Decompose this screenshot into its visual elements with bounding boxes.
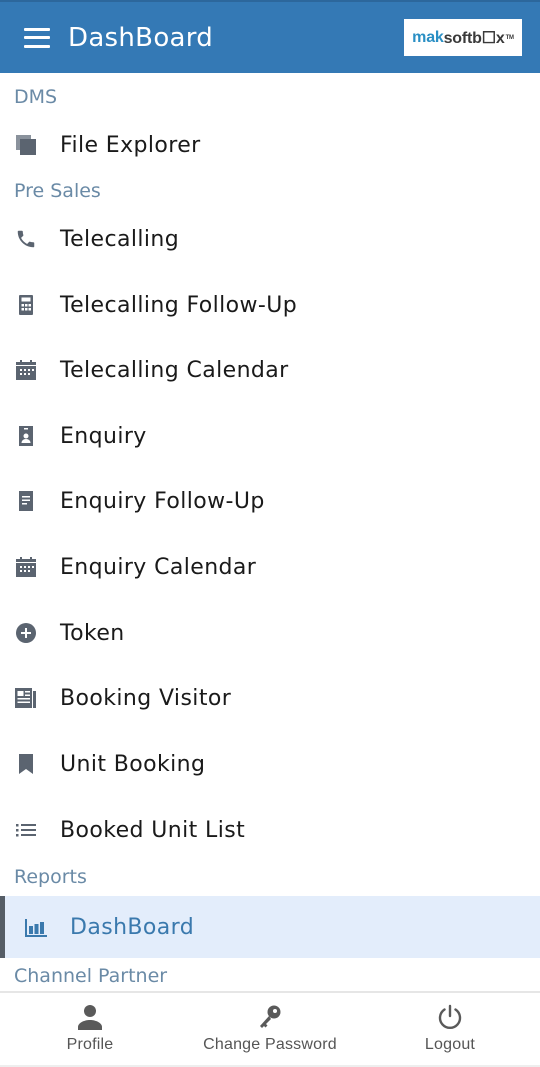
page-title: DashBoard: [68, 22, 214, 53]
calendar-icon: [14, 358, 38, 382]
contact-card-icon: [14, 424, 38, 448]
drawer-item-booked-unit-list[interactable]: Booked Unit List: [0, 800, 540, 860]
app-bar: DashBoard mak softb☐x TM: [0, 0, 540, 73]
logout-button[interactable]: Logout: [400, 993, 500, 1067]
drawer-item-label: Enquiry: [60, 423, 147, 449]
drawer-item-label: DashBoard: [70, 914, 195, 940]
newspaper-icon: [14, 686, 38, 710]
drawer-item-file-explorer[interactable]: File Explorer: [0, 115, 540, 175]
drawer-item-enquiry[interactable]: Enquiry: [0, 406, 540, 466]
drawer-item-label: Token: [60, 620, 125, 646]
drawer-item-telecalling[interactable]: Telecalling: [0, 209, 540, 269]
navigation-drawer: DMS File Explorer Pre Sales Telecalling …: [0, 73, 540, 991]
change-password-button[interactable]: Change Password: [180, 993, 360, 1067]
profile-label: Profile: [66, 1036, 114, 1053]
logout-label: Logout: [424, 1036, 476, 1053]
drawer-item-label: Telecalling: [60, 226, 180, 252]
key-icon: [258, 1003, 282, 1031]
file-copy-icon: [14, 133, 38, 157]
drawer-item-enquiry-calendar[interactable]: Enquiry Calendar: [0, 537, 540, 597]
drawer-item-telecalling-calendar[interactable]: Telecalling Calendar: [0, 340, 540, 400]
drawer-item-label: Telecalling Calendar: [60, 357, 289, 383]
section-header-dms: DMS: [14, 86, 58, 108]
bottom-navigation: Profile Change Password Logout: [0, 991, 540, 1067]
drawer-item-dashboard[interactable]: DashBoard: [0, 896, 540, 958]
drawer-item-label: Enquiry Follow-Up: [60, 488, 265, 514]
drawer-item-unit-booking[interactable]: Unit Booking: [0, 734, 540, 794]
drawer-item-token[interactable]: Token: [0, 603, 540, 663]
company-logo: mak softb☐x TM: [404, 19, 522, 56]
calculator-icon: [14, 293, 38, 317]
section-header-reports: Reports: [14, 866, 87, 888]
person-icon: [78, 1003, 102, 1031]
section-header-pre-sales: Pre Sales: [14, 180, 101, 202]
hamburger-menu-icon[interactable]: [24, 27, 50, 48]
calendar-icon: [14, 555, 38, 579]
list-icon: [14, 818, 38, 842]
drawer-item-label: Booked Unit List: [60, 817, 246, 843]
phone-icon: [14, 227, 38, 251]
change-password-label: Change Password: [203, 1036, 337, 1053]
drawer-item-label: File Explorer: [60, 132, 201, 158]
drawer-item-label: Unit Booking: [60, 751, 206, 777]
drawer-item-label: Enquiry Calendar: [60, 554, 257, 580]
section-header-channel-partner: Channel Partner: [14, 965, 168, 987]
bookmark-icon: [14, 752, 38, 776]
drawer-item-telecalling-follow-up[interactable]: Telecalling Follow-Up: [0, 275, 540, 335]
bar-chart-icon: [24, 915, 48, 939]
document-icon: [14, 489, 38, 513]
drawer-item-label: Telecalling Follow-Up: [60, 292, 298, 318]
drawer-item-booking-visitor[interactable]: Booking Visitor: [0, 668, 540, 728]
profile-button[interactable]: Profile: [40, 993, 140, 1067]
drawer-item-enquiry-follow-up[interactable]: Enquiry Follow-Up: [0, 471, 540, 531]
power-icon: [437, 1003, 463, 1031]
add-circle-icon: [14, 621, 38, 645]
drawer-item-label: Booking Visitor: [60, 685, 232, 711]
